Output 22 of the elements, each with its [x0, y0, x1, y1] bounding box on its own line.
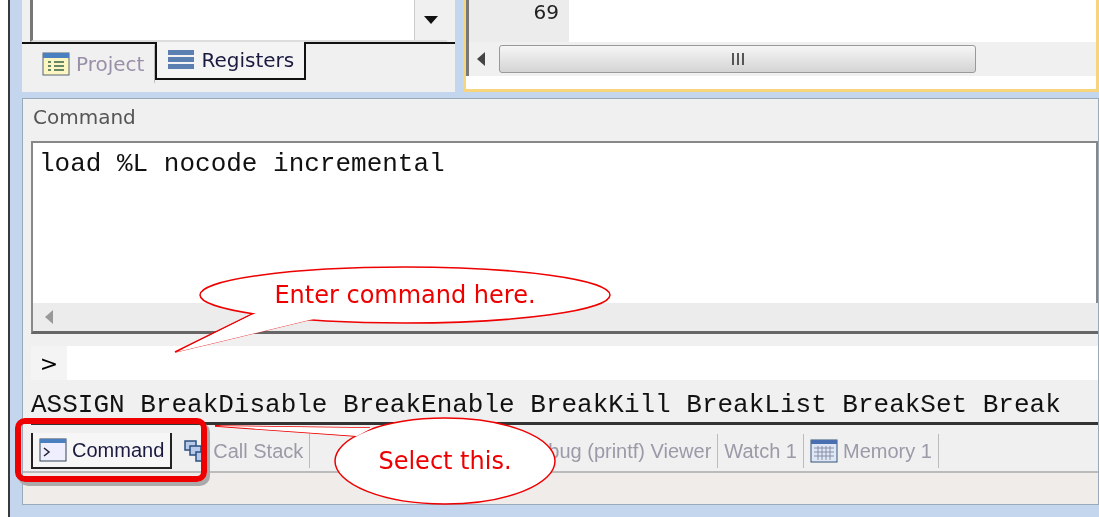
panel-tab[interactable]: Watch 1 — [718, 434, 804, 468]
scroll-left-arrow-icon[interactable] — [477, 52, 485, 66]
panel-title: Command — [32, 104, 137, 131]
scrollbar-thumb[interactable] — [499, 45, 976, 73]
grip-icon — [730, 53, 745, 65]
dropdown-button[interactable] — [414, 0, 447, 40]
prompt-sign: > — [31, 346, 67, 380]
line-number: 69 — [533, 0, 559, 24]
panel-tab[interactable]: Call Stack — [178, 434, 311, 468]
panel-tab[interactable]: Registers — [155, 42, 307, 80]
panel-tab[interactable]: Memory 1 — [803, 434, 939, 468]
callout-text: Select this. — [378, 447, 512, 475]
registers-icon — [167, 49, 196, 71]
panel-tab[interactable]: Project — [30, 44, 156, 84]
command-list: ASSIGN BreakDisable BreakEnable BreakKill BreakList BreakSet Break — [31, 390, 1098, 420]
callout-text: Enter command here. — [274, 281, 536, 309]
grid-icon — [809, 439, 838, 463]
terminal-icon — [39, 438, 67, 462]
output-line: load %L nocode incremental — [39, 149, 446, 179]
caret-icon — [424, 16, 438, 24]
project-icon — [42, 52, 70, 76]
panel-tab[interactable]: Command — [31, 433, 173, 469]
